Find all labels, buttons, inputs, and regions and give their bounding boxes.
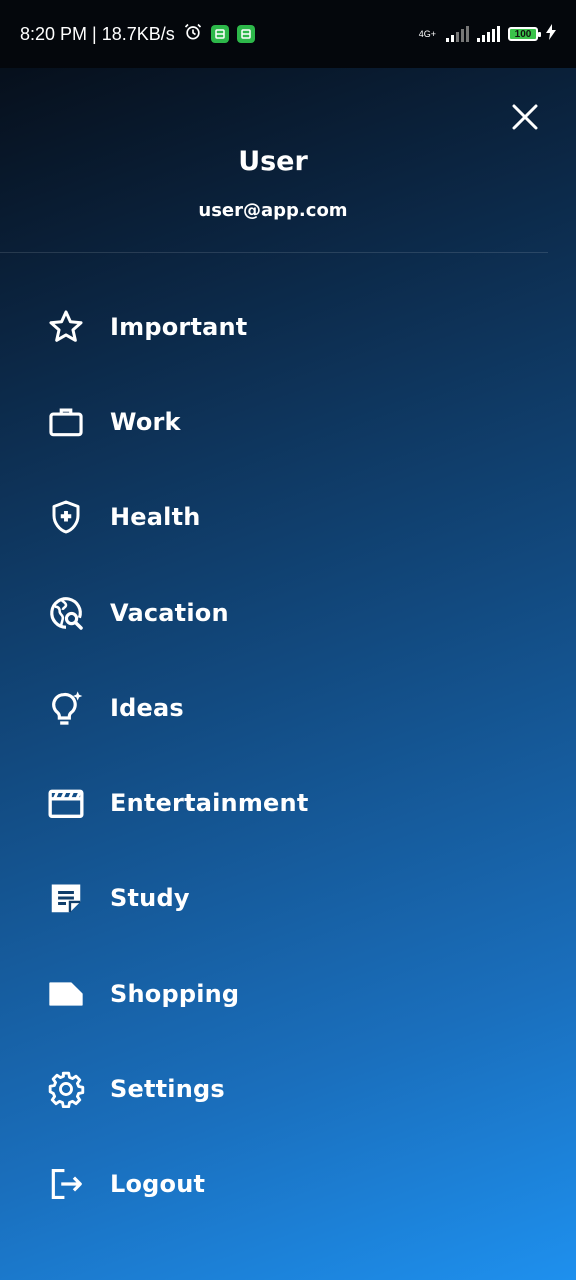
alarm-icon [183, 22, 203, 47]
menu-item-ideas[interactable]: Ideas [0, 660, 576, 755]
app-notification-icon [236, 25, 255, 43]
lightbulb-icon [46, 688, 86, 728]
signal-icon [446, 26, 469, 42]
globe-search-icon [46, 593, 86, 633]
menu-item-label: Ideas [110, 693, 184, 722]
close-button[interactable] [504, 96, 546, 138]
menu-item-work[interactable]: Work [0, 374, 576, 469]
star-icon [46, 307, 86, 347]
menu-item-settings[interactable]: Settings [0, 1041, 576, 1136]
menu-item-shopping[interactable]: Shopping [0, 946, 576, 1041]
menu-item-vacation[interactable]: Vacation [0, 565, 576, 660]
status-left: 8:20 PM | 18.7KB/s [20, 22, 255, 47]
status-bar: 8:20 PM | 18.7KB/s 4G+ 100 [0, 0, 576, 68]
charging-icon [546, 23, 556, 45]
status-time-speed: 8:20 PM | 18.7KB/s [20, 23, 175, 44]
user-name: User [238, 146, 308, 177]
menu-item-entertainment[interactable]: Entertainment [0, 755, 576, 850]
menu-item-label: Entertainment [110, 789, 309, 818]
menu-item-logout[interactable]: Logout [0, 1137, 576, 1232]
menu-item-label: Health [110, 503, 201, 532]
close-icon [512, 104, 538, 130]
gear-icon [46, 1069, 86, 1109]
shield-plus-icon [46, 497, 86, 537]
menu-item-important[interactable]: Important [0, 279, 576, 374]
status-right: 4G+ 100 [418, 23, 556, 45]
menu-item-label: Work [110, 407, 181, 436]
network-type: 4G+ [418, 28, 436, 39]
divider [0, 252, 548, 253]
clapperboard-icon [46, 783, 86, 823]
note-icon [46, 878, 86, 918]
battery-icon: 100 [508, 27, 541, 41]
drawer-menu: Important Work Health Vacation Ideas Ent… [0, 279, 576, 1232]
app-notification-icon [210, 25, 229, 43]
briefcase-icon [46, 402, 86, 442]
menu-item-label: Shopping [110, 979, 240, 1008]
menu-item-label: Settings [110, 1075, 225, 1104]
menu-item-label: Vacation [110, 598, 229, 627]
menu-item-label: Important [110, 312, 248, 341]
menu-item-label: Logout [110, 1170, 206, 1199]
signal-icon [477, 26, 500, 42]
user-email: user@app.com [198, 200, 348, 221]
menu-item-study[interactable]: Study [0, 851, 576, 946]
menu-item-label: Study [110, 884, 190, 913]
menu-item-health[interactable]: Health [0, 470, 576, 565]
logout-icon [46, 1164, 86, 1204]
label-tag-icon [46, 974, 86, 1014]
battery-level: 100 [514, 28, 532, 40]
